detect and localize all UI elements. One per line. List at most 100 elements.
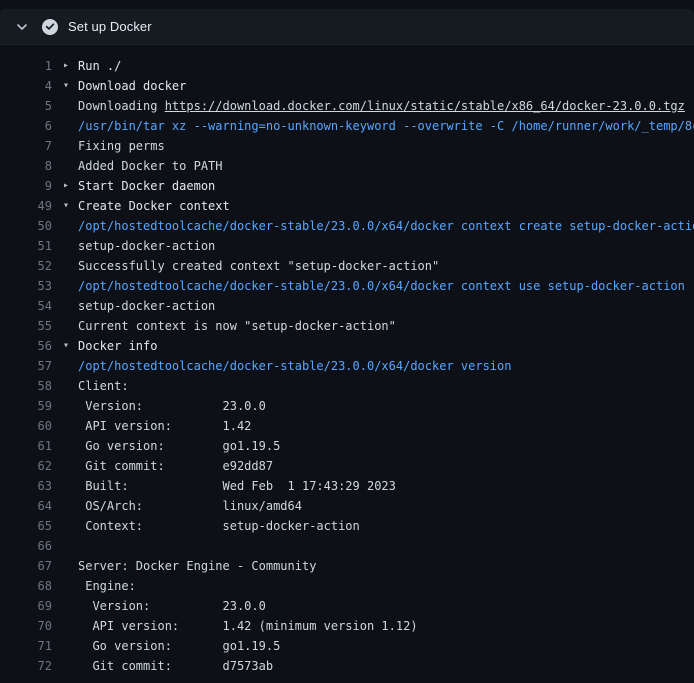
log-text: Added Docker to PATH (78, 156, 694, 176)
arrow-spacer (63, 396, 78, 416)
line-number[interactable]: 59 (0, 396, 52, 416)
line-number[interactable]: 71 (0, 636, 52, 656)
log-row: 65 Context: setup-docker-action (0, 516, 694, 536)
log-row: 61 Go version: go1.19.5 (0, 436, 694, 456)
log-row: 54setup-docker-action (0, 296, 694, 316)
line-number[interactable]: 62 (0, 456, 52, 476)
log-text: API version: 1.42 (minimum version 1.12) (78, 616, 694, 636)
arrow-spacer (63, 256, 78, 276)
arrow-spacer (63, 216, 78, 236)
log-text: Docker info (78, 336, 694, 356)
log-text: /opt/hostedtoolcache/docker-stable/23.0.… (78, 216, 694, 236)
arrow-spacer (63, 556, 78, 576)
line-number[interactable]: 55 (0, 316, 52, 336)
arrow-spacer (63, 296, 78, 316)
arrow-spacer (63, 456, 78, 476)
line-number[interactable]: 54 (0, 296, 52, 316)
line-number[interactable]: 52 (0, 256, 52, 276)
line-number[interactable]: 57 (0, 356, 52, 376)
log-row: 5Downloading https://download.docker.com… (0, 96, 694, 116)
chevron-collapsed-icon[interactable]: ▸ (63, 56, 78, 76)
log-group-row[interactable]: 49 ▾Create Docker context (0, 196, 694, 216)
line-number[interactable]: 66 (0, 536, 52, 556)
log-text: Fixing perms (78, 136, 694, 156)
arrow-spacer (63, 236, 78, 256)
log-text: Successfully created context "setup-dock… (78, 256, 694, 276)
log-link[interactable]: https://download.docker.com/linux/static… (165, 99, 685, 113)
log-text: API version: 1.42 (78, 416, 694, 436)
log-text: Server: Docker Engine - Community (78, 556, 694, 576)
line-number[interactable]: 5 (0, 96, 52, 116)
log-row: 72 Git commit: d7573ab (0, 656, 694, 676)
log-text: Client: (78, 376, 694, 396)
line-number[interactable]: 67 (0, 556, 52, 576)
arrow-spacer (63, 116, 78, 136)
log-text: /usr/bin/tar xz --warning=no-unknown-key… (78, 116, 694, 136)
log-row: 50/opt/hostedtoolcache/docker-stable/23.… (0, 216, 694, 236)
log-row: 57/opt/hostedtoolcache/docker-stable/23.… (0, 356, 694, 376)
arrow-spacer (63, 496, 78, 516)
line-number[interactable]: 61 (0, 436, 52, 456)
chevron-down-icon[interactable] (16, 21, 28, 33)
line-number[interactable]: 9 (0, 176, 52, 196)
line-number[interactable]: 53 (0, 276, 52, 296)
line-number[interactable]: 1 (0, 56, 52, 76)
line-number[interactable]: 7 (0, 136, 52, 156)
arrow-spacer (63, 616, 78, 636)
line-number[interactable]: 6 (0, 116, 52, 136)
chevron-expanded-icon[interactable]: ▾ (63, 196, 78, 216)
arrow-spacer (63, 576, 78, 596)
log-row: 58 Client: (0, 376, 694, 396)
arrow-spacer (63, 356, 78, 376)
arrow-spacer (63, 636, 78, 656)
line-number[interactable]: 68 (0, 576, 52, 596)
log-text: Engine: (78, 576, 694, 596)
chevron-expanded-icon[interactable]: ▾ (63, 76, 78, 96)
log-row: 7 Fixing perms (0, 136, 694, 156)
log-group-row[interactable]: 1▸Run ./ (0, 56, 694, 76)
log-text: Start Docker daemon (78, 176, 694, 196)
arrow-spacer (63, 156, 78, 176)
arrow-spacer (63, 596, 78, 616)
line-number[interactable]: 51 (0, 236, 52, 256)
log-text: Create Docker context (78, 196, 694, 216)
log-row: 6/usr/bin/tar xz --warning=no-unknown-ke… (0, 116, 694, 136)
line-number[interactable]: 49 (0, 196, 52, 216)
log-row: 60 API version: 1.42 (0, 416, 694, 436)
log-row: 59 Version: 23.0.0 (0, 396, 694, 416)
log-group-row[interactable]: 56 ▾Docker info (0, 336, 694, 356)
log-row: 71 Go version: go1.19.5 (0, 636, 694, 656)
arrow-spacer (63, 516, 78, 536)
arrow-spacer (63, 476, 78, 496)
log-row: 68 Engine: (0, 576, 694, 596)
line-number[interactable]: 50 (0, 216, 52, 236)
log-text: Current context is now "setup-docker-act… (78, 316, 694, 336)
line-number[interactable]: 65 (0, 516, 52, 536)
line-number[interactable]: 56 (0, 336, 52, 356)
log-group-row[interactable]: 9 ▸Start Docker daemon (0, 176, 694, 196)
line-number[interactable]: 70 (0, 616, 52, 636)
log-text: /opt/hostedtoolcache/docker-stable/23.0.… (78, 356, 694, 376)
log-row: 62 Git commit: e92dd87 (0, 456, 694, 476)
log-text: Go version: go1.19.5 (78, 636, 694, 656)
log-group-row[interactable]: 4▾Download docker (0, 76, 694, 96)
chevron-expanded-icon[interactable]: ▾ (63, 336, 78, 356)
arrow-spacer (63, 316, 78, 336)
line-number[interactable]: 58 (0, 376, 52, 396)
line-number[interactable]: 60 (0, 416, 52, 436)
chevron-collapsed-icon[interactable]: ▸ (63, 176, 78, 196)
check-circle-icon (42, 19, 58, 35)
log-text: Context: setup-docker-action (78, 516, 694, 536)
line-number[interactable]: 8 (0, 156, 52, 176)
log-row: 52 Successfully created context "setup-do… (0, 256, 694, 276)
line-number[interactable]: 72 (0, 656, 52, 676)
log-row: 67 Server: Docker Engine - Community (0, 556, 694, 576)
line-number[interactable]: 64 (0, 496, 52, 516)
step-header[interactable]: Set up Docker (0, 9, 694, 45)
line-number[interactable]: 4 (0, 76, 52, 96)
log-text: Built: Wed Feb 1 17:43:29 2023 (78, 476, 694, 496)
log-row: 70 API version: 1.42 (minimum version 1.… (0, 616, 694, 636)
line-number[interactable]: 69 (0, 596, 52, 616)
line-number[interactable]: 63 (0, 476, 52, 496)
arrow-spacer (63, 436, 78, 456)
